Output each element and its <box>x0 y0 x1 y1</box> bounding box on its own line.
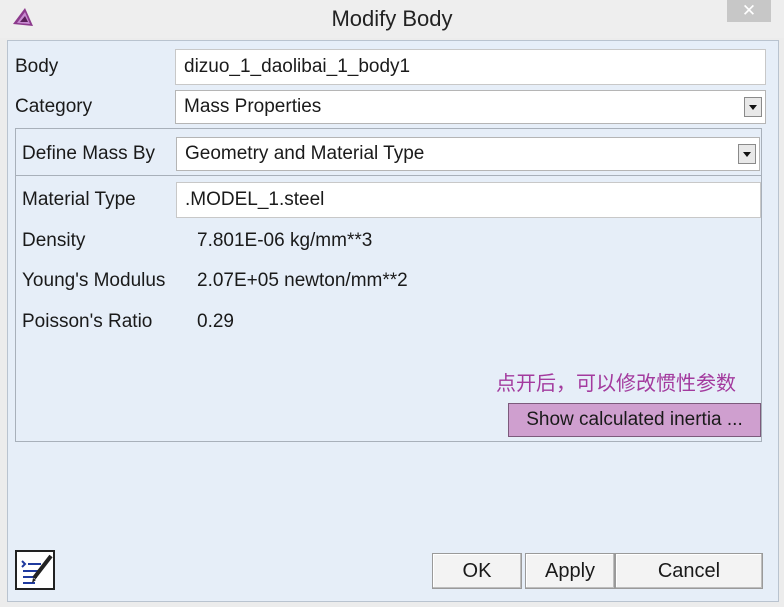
cancel-button[interactable]: Cancel <box>615 553 763 589</box>
body-label: Body <box>15 56 59 77</box>
density-value: 7.801E-06 kg/mm**3 <box>197 230 373 251</box>
dialog-body: Body dizuo_1_daolibai_1_body1 Category M… <box>7 40 779 602</box>
material-type-label: Material Type <box>22 189 136 210</box>
mass-properties-group: Define Mass By Geometry and Material Typ… <box>15 128 762 442</box>
chevron-down-icon[interactable] <box>738 144 756 164</box>
edit-notes-icon[interactable] <box>15 550 55 590</box>
annotation-note: 点开后，可以修改惯性参数 <box>496 373 736 395</box>
apply-button[interactable]: Apply <box>525 553 615 589</box>
define-mass-value: Geometry and Material Type <box>185 143 425 164</box>
divider <box>16 175 761 176</box>
show-calculated-inertia-button[interactable]: Show calculated inertia ... <box>508 403 761 437</box>
define-mass-dropdown[interactable]: Geometry and Material Type <box>176 137 760 171</box>
density-label: Density <box>22 230 86 251</box>
body-name-field[interactable]: dizuo_1_daolibai_1_body1 <box>175 49 766 85</box>
poissons-ratio-value: 0.29 <box>197 311 234 332</box>
chevron-down-icon[interactable] <box>744 97 762 117</box>
youngs-modulus-label: Young's Modulus <box>22 270 166 291</box>
material-type-field[interactable]: .MODEL_1.steel <box>176 182 761 218</box>
youngs-modulus-value: 2.07E+05 newton/mm**2 <box>197 270 408 291</box>
define-mass-label: Define Mass By <box>22 143 156 164</box>
close-button[interactable]: ✕ <box>727 0 771 22</box>
category-dropdown[interactable]: Mass Properties <box>175 90 766 124</box>
poissons-ratio-label: Poisson's Ratio <box>22 311 153 332</box>
category-label: Category <box>15 96 93 117</box>
window-title: Modify Body <box>331 6 453 31</box>
title-bar: Modify Body ✕ <box>0 0 784 38</box>
category-value: Mass Properties <box>184 96 322 117</box>
ok-button[interactable]: OK <box>432 553 522 589</box>
